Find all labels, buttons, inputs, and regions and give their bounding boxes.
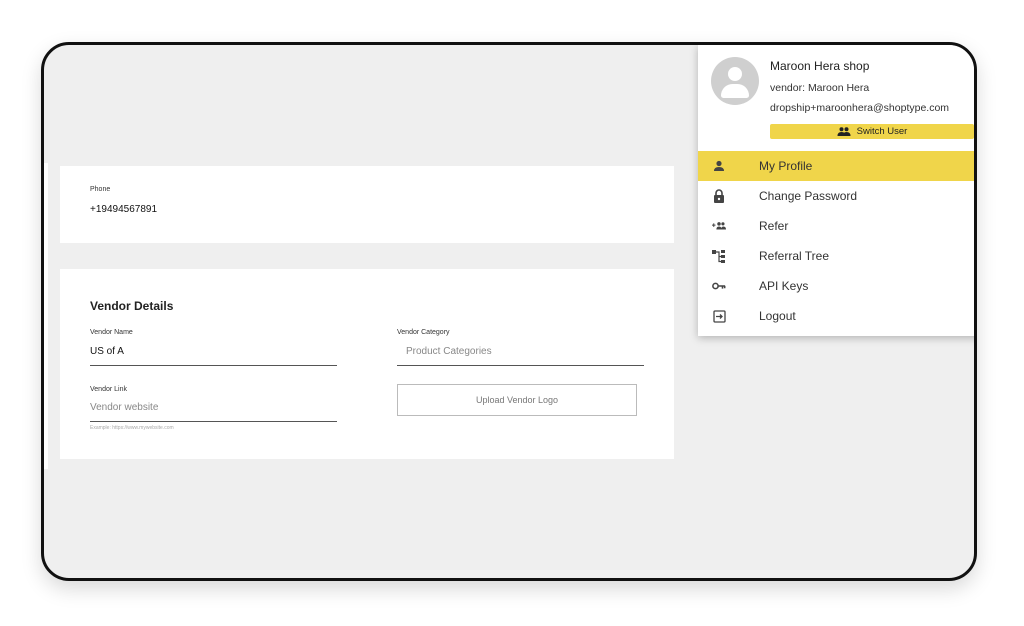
- phone-label: Phone: [90, 186, 111, 193]
- menu-item-api-keys[interactable]: API Keys: [698, 271, 974, 301]
- menu-item-referral-tree[interactable]: Referral Tree: [698, 241, 974, 271]
- vendor-category-select[interactable]: Product Categories: [406, 346, 492, 357]
- vendor-details-title: Vendor Details: [90, 299, 174, 313]
- device-frame: Phone +19494567891 Vendor Details Vendor…: [41, 42, 977, 581]
- upload-vendor-logo-button[interactable]: Upload Vendor Logo: [397, 384, 637, 416]
- tree-icon: [712, 249, 726, 263]
- vendor-link-underline: [90, 421, 337, 422]
- phone-card: Phone +19494567891: [60, 166, 674, 243]
- menu-item-refer[interactable]: Refer: [698, 211, 974, 241]
- vendor-link-label: Vendor Link: [90, 386, 127, 393]
- user-email: dropship+maroonhera@shoptype.com: [770, 102, 950, 114]
- menu-item-logout[interactable]: Logout: [698, 301, 974, 331]
- menu-item-change-password[interactable]: Change Password: [698, 181, 974, 211]
- vendor-name-label: Vendor Name: [90, 329, 133, 336]
- vendor-link-input[interactable]: Vendor website: [90, 402, 158, 413]
- switch-user-label: Switch User: [856, 126, 908, 137]
- menu-item-label: Refer: [759, 219, 789, 233]
- vendor-category-label: Vendor Category: [397, 329, 450, 336]
- logout-icon: [712, 309, 726, 323]
- left-edge: [44, 163, 48, 469]
- menu-item-label: API Keys: [759, 279, 809, 293]
- key-icon: [712, 279, 726, 293]
- vendor-category-underline: [397, 365, 644, 366]
- vendor-name-input[interactable]: US of A: [90, 346, 124, 357]
- menu-item-label: Change Password: [759, 189, 858, 203]
- people-icon: [837, 127, 851, 136]
- menu-item-label: My Profile: [759, 159, 813, 173]
- vendor-name-underline: [90, 365, 337, 366]
- vendor-name: vendor: Maroon Hera: [770, 82, 870, 94]
- phone-value[interactable]: +19494567891: [90, 204, 157, 215]
- menu-item-my-profile[interactable]: My Profile: [698, 151, 974, 181]
- add-group-icon: [712, 219, 726, 233]
- user-menu-dropdown: Maroon Hera shop vendor: Maroon Hera dro…: [698, 45, 974, 336]
- switch-user-button[interactable]: Switch User: [770, 124, 974, 139]
- vendor-link-hint: Example: https://www.mywebsite.com: [90, 425, 174, 431]
- menu-item-label: Referral Tree: [759, 249, 830, 263]
- menu-item-label: Logout: [759, 309, 796, 323]
- avatar: [711, 57, 759, 105]
- person-icon: [712, 159, 726, 173]
- lock-icon: [712, 189, 726, 203]
- vendor-details-card: Vendor Details Vendor Name US of A Vendo…: [60, 269, 674, 459]
- shop-name: Maroon Hera shop: [770, 59, 870, 73]
